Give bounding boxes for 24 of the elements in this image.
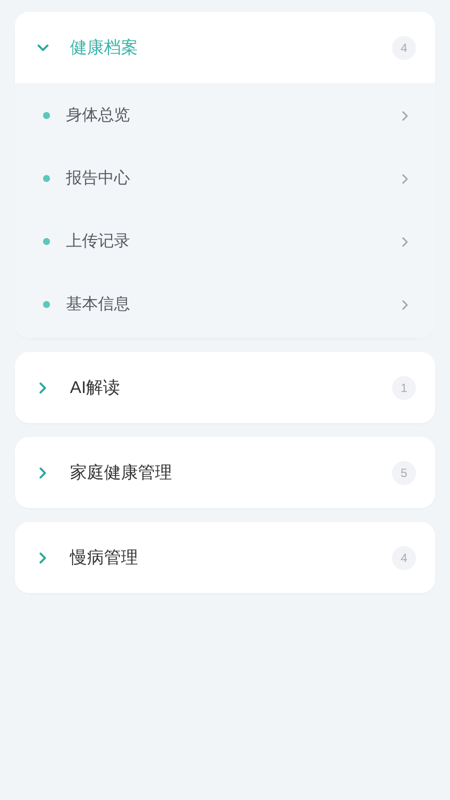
submenu-item[interactable]: 基本信息 — [15, 273, 435, 336]
section-title: 健康档案 — [70, 36, 139, 59]
chevron-right-icon — [401, 172, 409, 184]
chevron-right-icon — [401, 236, 409, 248]
submenu-label: 报告中心 — [66, 168, 131, 188]
section-title: 慢病管理 — [70, 546, 139, 569]
submenu-item[interactable]: 上传记录 — [15, 210, 435, 273]
bullet-icon — [43, 175, 50, 182]
count-badge: 5 — [392, 460, 416, 484]
chevron-right-icon — [401, 298, 409, 310]
submenu-label: 身体总览 — [66, 106, 131, 126]
count-badge: 4 — [392, 546, 416, 570]
section-title: AI解读 — [70, 376, 122, 399]
section-title: 家庭健康管理 — [70, 462, 173, 484]
submenu-label: 上传记录 — [66, 232, 131, 252]
submenu-label: 基本信息 — [66, 294, 131, 314]
submenu-item[interactable]: 报告中心 — [15, 147, 435, 210]
bullet-icon — [43, 301, 50, 308]
bullet-icon — [43, 238, 50, 245]
count-badge: 4 — [392, 36, 416, 60]
bullet-icon — [43, 112, 50, 119]
submenu-item[interactable]: 身体总览 — [15, 84, 435, 147]
chevron-right-icon — [401, 110, 409, 122]
count-badge: 1 — [392, 376, 416, 400]
